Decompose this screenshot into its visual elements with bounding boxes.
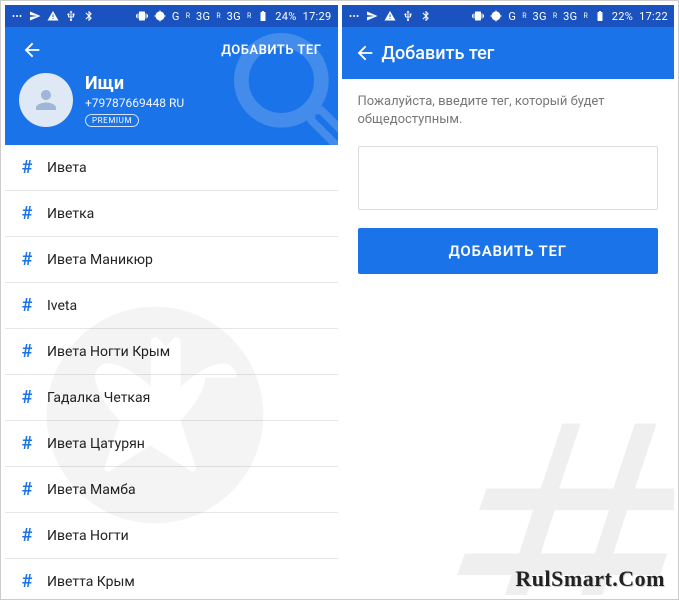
tag-row[interactable]: # Iveta bbox=[5, 283, 338, 329]
warning-icon bbox=[384, 10, 396, 22]
battery-icon bbox=[594, 10, 606, 22]
tag-list: # Ивета # Иветка # Ивета Маникюр # Iveta # Ив… bbox=[5, 145, 338, 595]
hash-icon: # bbox=[19, 571, 35, 592]
tag-label: Иветка bbox=[47, 206, 94, 222]
helper-text: Пожалуйста, введите тег, который будет о… bbox=[358, 93, 659, 128]
status-bar: GR 3GR 3GR 24% 17:29 bbox=[5, 5, 338, 27]
avatar[interactable] bbox=[19, 73, 73, 127]
tag-label: Иветта Крым bbox=[47, 574, 135, 590]
tag-label: Iveta bbox=[47, 298, 77, 314]
hash-icon: # bbox=[19, 479, 35, 500]
tag-input[interactable] bbox=[358, 146, 659, 210]
add-tag-button[interactable]: ДОБАВИТЬ ТЕГ bbox=[358, 228, 659, 274]
bg-hash-icon bbox=[454, 391, 674, 595]
profile-phone: +79787669448 RU bbox=[85, 96, 184, 110]
site-watermark: RulSmart.Com bbox=[515, 566, 665, 592]
dual-screenshot-frame: GR 3GR 3GR 24% 17:29 ДОБАВИТЬ ТЕГ bbox=[0, 0, 679, 600]
warning-icon bbox=[47, 10, 59, 22]
network-3g2-label: 3G bbox=[227, 10, 241, 23]
status-bar: GR 3GR 3GR 22% 17:22 bbox=[342, 5, 675, 27]
gps-icon bbox=[154, 10, 166, 22]
battery-icon bbox=[257, 10, 269, 22]
tag-label: Ивета Мамба bbox=[47, 482, 136, 498]
battery-pct: 22% bbox=[612, 10, 633, 23]
tag-row[interactable]: # Иветка bbox=[5, 191, 338, 237]
send-icon bbox=[29, 10, 41, 22]
tag-label: Ивета Ногти bbox=[47, 528, 129, 544]
profile-name: Ищи bbox=[85, 73, 184, 94]
usb-icon bbox=[65, 10, 77, 22]
left-phone: GR 3GR 3GR 24% 17:29 ДОБАВИТЬ ТЕГ bbox=[5, 5, 338, 595]
tag-label: Ивета Ногти Крым bbox=[47, 344, 170, 360]
hash-icon: # bbox=[19, 249, 35, 270]
right-phone: GR 3GR 3GR 22% 17:22 Добавить тег Пожалу… bbox=[342, 5, 675, 595]
bluetooth-icon bbox=[83, 10, 95, 22]
appbar-watermark-icon bbox=[218, 27, 338, 145]
usb-icon bbox=[402, 10, 414, 22]
network-3g-label: 3G bbox=[533, 10, 547, 23]
network-g-label: G bbox=[172, 10, 180, 23]
hash-icon: # bbox=[19, 341, 35, 362]
tag-row[interactable]: # Ивета Ногти bbox=[5, 513, 338, 559]
hash-icon: # bbox=[19, 203, 35, 224]
back-button[interactable] bbox=[15, 33, 49, 67]
tag-label: Гадалка Четкая bbox=[47, 390, 150, 406]
tag-row[interactable]: # Ивета Маникюр bbox=[5, 237, 338, 283]
tag-label: Ивета Цатурян bbox=[47, 436, 145, 452]
clock: 17:22 bbox=[639, 10, 668, 23]
tag-row[interactable]: # Иветта Крым bbox=[5, 559, 338, 595]
network-g-label: G bbox=[508, 10, 516, 23]
screen-title: Добавить тег bbox=[382, 43, 675, 64]
send-icon bbox=[366, 10, 378, 22]
hash-icon: # bbox=[19, 525, 35, 546]
back-button[interactable] bbox=[348, 36, 382, 70]
add-tag-body: Пожалуйста, введите тег, который будет о… bbox=[342, 79, 675, 595]
tag-row[interactable]: # Ивета Мамба bbox=[5, 467, 338, 513]
app-bar: Добавить тег bbox=[342, 27, 675, 79]
vibrate-icon bbox=[136, 10, 148, 22]
premium-badge: PREMIUM bbox=[85, 114, 139, 127]
network-3g2-label: 3G bbox=[563, 10, 577, 23]
battery-pct: 24% bbox=[275, 10, 296, 23]
bluetooth-icon bbox=[420, 10, 432, 22]
tag-row[interactable]: # Ивета bbox=[5, 145, 338, 191]
more-icon bbox=[348, 10, 360, 22]
vibrate-icon bbox=[472, 10, 484, 22]
tag-row[interactable]: # Ивета Ногти Крым bbox=[5, 329, 338, 375]
tag-row[interactable]: # Гадалка Четкая bbox=[5, 375, 338, 421]
clock: 17:29 bbox=[303, 10, 332, 23]
tag-label: Ивета Маникюр bbox=[47, 252, 153, 268]
app-bar: ДОБАВИТЬ ТЕГ Ищи +79787669448 RU PREMIUM bbox=[5, 27, 338, 145]
hash-icon: # bbox=[19, 157, 35, 178]
network-3g-label: 3G bbox=[196, 10, 210, 23]
more-icon bbox=[11, 10, 23, 22]
hash-icon: # bbox=[19, 387, 35, 408]
gps-icon bbox=[490, 10, 502, 22]
hash-icon: # bbox=[19, 295, 35, 316]
tag-row[interactable]: # Ивета Цатурян bbox=[5, 421, 338, 467]
hash-icon: # bbox=[19, 433, 35, 454]
tag-label: Ивета bbox=[47, 160, 87, 176]
